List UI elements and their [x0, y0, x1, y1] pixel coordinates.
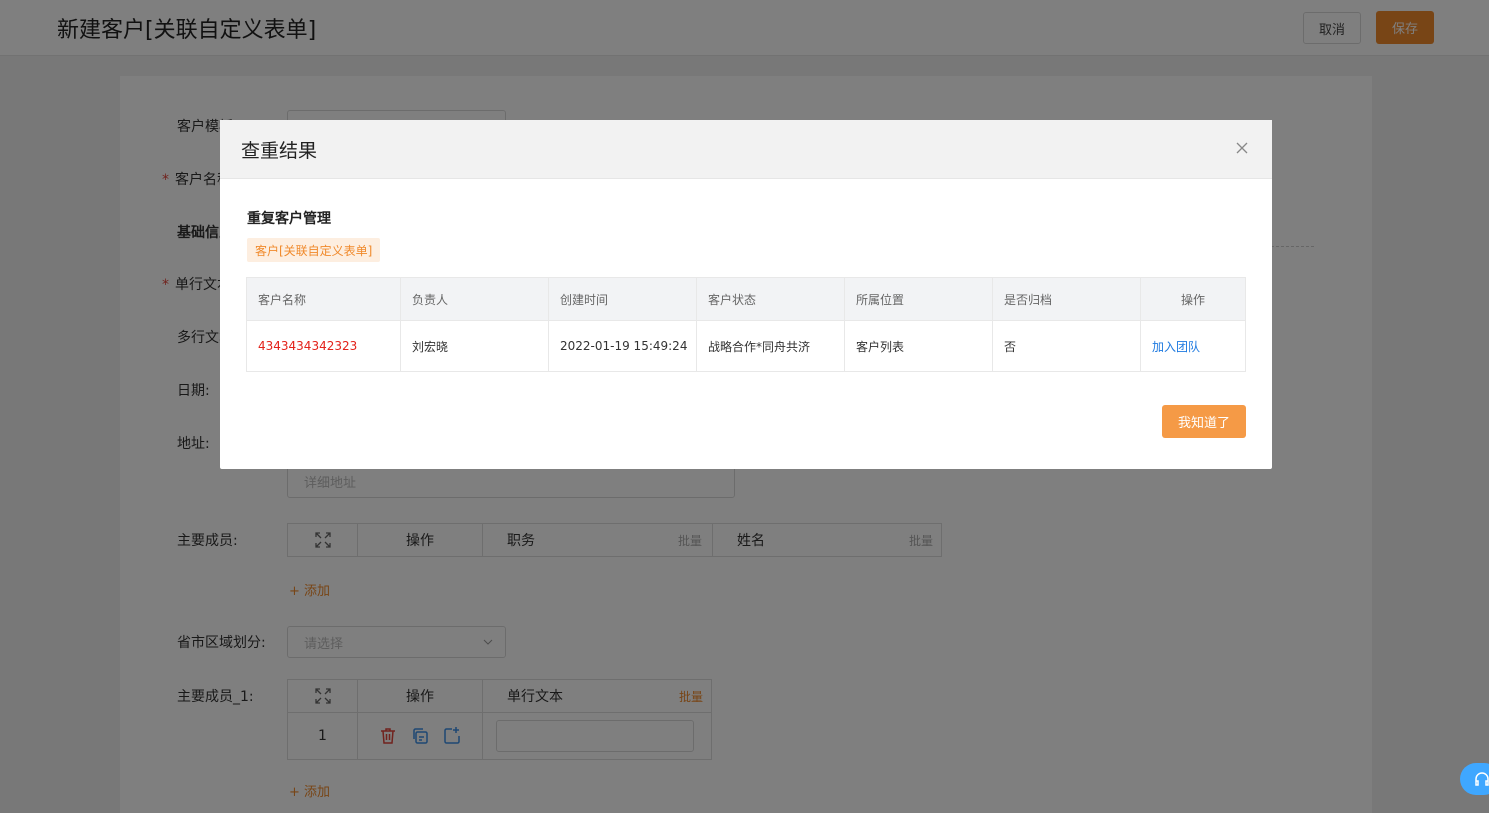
join-team-link[interactable]: 加入团队 — [1141, 321, 1245, 371]
form-tag: 客户[关联自定义表单] — [247, 238, 381, 262]
modal-header: 查重结果 — [220, 120, 1272, 179]
location-cell: 客户列表 — [845, 321, 993, 371]
col-owner: 负责人 — [401, 278, 549, 320]
owner-cell: 刘宏晓 — [401, 321, 549, 371]
archived-cell: 否 — [993, 321, 1141, 371]
col-status: 客户状态 — [697, 278, 845, 320]
section-title: 重复客户管理 — [247, 211, 331, 227]
col-archived: 是否归档 — [993, 278, 1141, 320]
headset-icon — [1475, 772, 1489, 786]
duplicate-check-modal: 查重结果 重复客户管理 客户[关联自定义表单] 客户名称 负责人 创建时间 客户… — [220, 120, 1272, 469]
table-header: 客户名称 负责人 创建时间 客户状态 所属位置 是否归档 操作 — [247, 278, 1245, 320]
customer-name-cell[interactable]: 4343434342323 — [247, 321, 401, 371]
created-cell: 2022-01-19 15:49:24 — [549, 321, 697, 371]
acknowledge-button[interactable]: 我知道了 — [1162, 405, 1246, 438]
col-action: 操作 — [1180, 292, 1205, 307]
status-cell: 战略合作*同舟共济 — [697, 321, 845, 371]
table-row: 4343434342323 刘宏晓 2022-01-19 15:49:24 战略… — [247, 320, 1245, 371]
col-location: 所属位置 — [845, 278, 993, 320]
close-icon[interactable] — [1234, 140, 1250, 156]
modal-title: 查重结果 — [241, 140, 318, 162]
col-customer-name: 客户名称 — [247, 278, 401, 320]
duplicate-table: 客户名称 负责人 创建时间 客户状态 所属位置 是否归档 操作 43434343… — [246, 277, 1246, 372]
support-chat-button[interactable] — [1460, 763, 1489, 795]
col-created: 创建时间 — [549, 278, 697, 320]
